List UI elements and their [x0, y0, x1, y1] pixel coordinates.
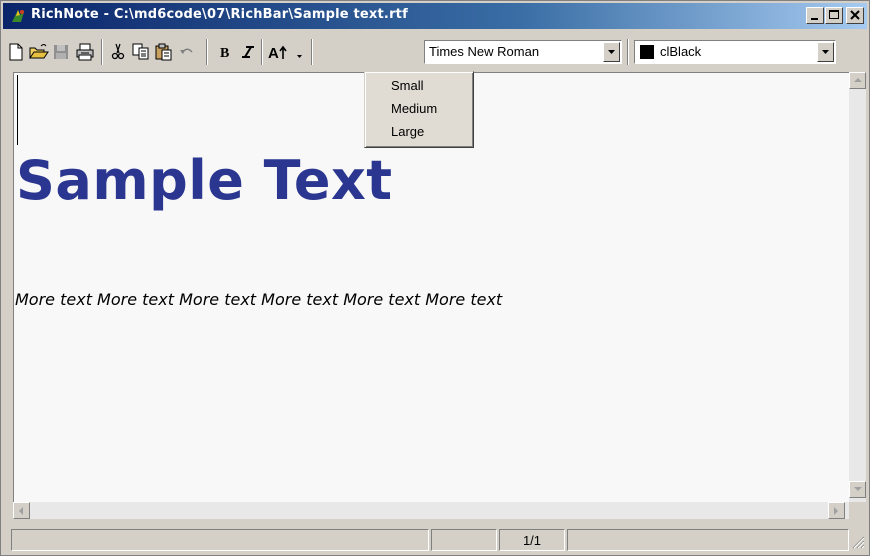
status-panel-page: 1/1 [499, 529, 565, 551]
svg-text:B: B [220, 46, 229, 61]
arrow-right-icon [834, 507, 838, 515]
toolbar-separator [311, 39, 313, 65]
scroll-down-button[interactable] [849, 481, 866, 498]
toolbar-separator [206, 39, 208, 65]
save-button[interactable] [50, 41, 72, 63]
scroll-up-button[interactable] [849, 72, 866, 89]
menu-item-label: Large [391, 124, 425, 139]
status-panel-4 [567, 529, 849, 551]
color-swatch [640, 45, 654, 59]
menu-item-large[interactable]: Large [367, 121, 471, 143]
size-grip-icon[interactable] [851, 535, 865, 549]
window-title: RichNote - C:\md6code\07\RichBar\Sample … [31, 7, 408, 22]
copy-button[interactable] [130, 41, 152, 63]
main-window: RichNote - C:\md6code\07\RichBar\Sample … [0, 0, 870, 556]
menu-item-medium[interactable]: Medium [367, 98, 471, 120]
font-name-combo[interactable]: Times New Roman [424, 40, 622, 64]
status-panel-main [11, 529, 429, 551]
open-button[interactable] [27, 41, 49, 63]
font-size-menu: Small Medium Large [364, 71, 474, 148]
scroll-left-button[interactable] [13, 502, 30, 519]
bold-button[interactable]: B [215, 41, 237, 63]
color-dropdown-button[interactable] [817, 42, 834, 62]
minimize-button[interactable] [806, 7, 824, 24]
page-indicator: 1/1 [522, 533, 542, 548]
menu-item-label: Small [391, 78, 424, 93]
caption-buttons [805, 7, 864, 24]
chevron-down-icon [822, 50, 829, 54]
title-bar[interactable]: RichNote - C:\md6code\07\RichBar\Sample … [3, 3, 867, 29]
paste-button[interactable] [153, 41, 175, 63]
menu-item-label: Medium [391, 101, 438, 116]
print-button[interactable] [73, 41, 95, 63]
color-name-value: clBlack [660, 44, 702, 59]
arrow-up-icon [854, 78, 862, 82]
app-icon[interactable] [9, 7, 27, 25]
arrow-left-icon [19, 507, 23, 515]
text-caret [17, 75, 18, 145]
font-size-button[interactable]: A [266, 41, 292, 63]
scroll-right-button[interactable] [828, 502, 845, 519]
new-button[interactable] [5, 41, 27, 63]
undo-button[interactable] [176, 41, 198, 63]
document-heading: Sample Text [16, 149, 393, 212]
cut-button[interactable] [107, 41, 129, 63]
font-name-value: Times New Roman [429, 44, 540, 59]
close-button[interactable] [846, 7, 864, 24]
status-panel-2 [431, 529, 497, 551]
font-size-dropdown-button[interactable] [294, 43, 306, 65]
svg-text:A: A [268, 45, 279, 61]
maximize-button[interactable] [825, 7, 843, 24]
arrow-down-icon [854, 487, 862, 491]
chevron-down-icon [608, 50, 615, 54]
toolbar-separator [101, 39, 103, 65]
toolbar-separator [627, 39, 629, 65]
font-name-dropdown-button[interactable] [603, 42, 620, 62]
menu-item-small[interactable]: Small [367, 75, 471, 97]
toolbar-separator [261, 39, 263, 65]
status-bar: 1/1 [3, 527, 867, 551]
scrollbar-corner [849, 502, 866, 519]
horizontal-scrollbar[interactable] [13, 502, 849, 519]
document-body-text: More text More text More text More text … [15, 290, 503, 309]
vertical-scrollbar[interactable] [849, 72, 866, 502]
toolbar: B A Times New Roman clBlack [3, 31, 869, 69]
color-combo[interactable]: clBlack [634, 40, 836, 64]
italic-button[interactable] [237, 41, 259, 63]
